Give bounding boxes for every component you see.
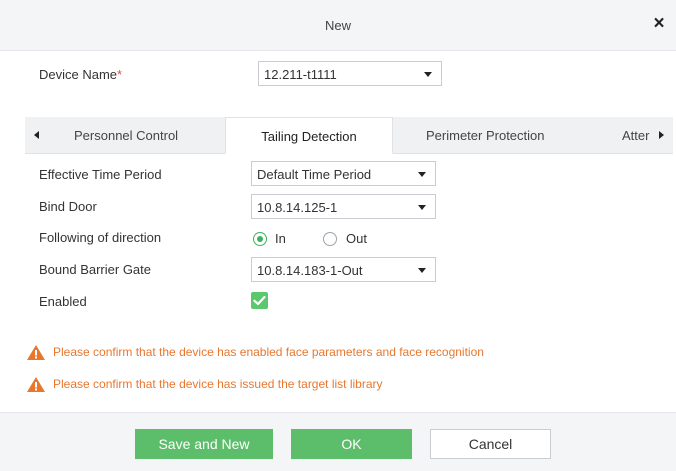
tab-strip: Personnel Control Tailing Detection Peri… xyxy=(25,117,673,154)
device-name-label-text: Device Name xyxy=(39,67,118,82)
tab-tailing-detection[interactable]: Tailing Detection xyxy=(225,117,393,154)
tab-personnel-control[interactable]: Personnel Control xyxy=(74,117,178,153)
chevron-down-icon xyxy=(418,172,426,177)
direction-in-label: In xyxy=(275,231,286,246)
effective-time-period-value: Default Time Period xyxy=(257,167,372,182)
warning-target-list-text: Please confirm that the device has issue… xyxy=(53,377,383,391)
effective-time-period-select[interactable]: Default Time Period xyxy=(251,161,436,186)
check-icon xyxy=(253,295,266,306)
tab-atter[interactable]: Atter xyxy=(622,117,649,153)
direction-in-radio[interactable] xyxy=(253,232,267,246)
following-direction-label: Following of direction xyxy=(39,230,162,245)
chevron-down-icon xyxy=(418,268,426,273)
close-icon[interactable]: × xyxy=(648,13,670,35)
device-name-value: 12.211-t1111 xyxy=(264,67,337,82)
direction-out-radio[interactable] xyxy=(323,232,337,246)
dialog-footer: Save and New OK Cancel xyxy=(0,412,676,471)
bound-barrier-gate-value: 10.8.14.183-1-Out xyxy=(257,263,363,278)
chevron-down-icon xyxy=(424,72,432,77)
bind-door-select[interactable]: 10.8.14.125-1 xyxy=(251,194,436,219)
bind-door-label: Bind Door xyxy=(39,199,97,214)
bound-barrier-gate-label: Bound Barrier Gate xyxy=(39,262,152,277)
direction-out-label: Out xyxy=(346,231,367,246)
bound-barrier-gate-select[interactable]: 10.8.14.183-1-Out xyxy=(251,257,436,282)
tab-perimeter-protection[interactable]: Perimeter Protection xyxy=(426,117,545,153)
tab-scroll-left-icon[interactable] xyxy=(34,131,39,139)
required-mark: * xyxy=(117,67,123,82)
chevron-down-icon xyxy=(418,205,426,210)
warning-icon xyxy=(27,345,45,360)
warning-face-recognition-text: Please confirm that the device has enabl… xyxy=(53,345,484,359)
ok-button[interactable]: OK xyxy=(291,429,412,459)
bind-door-value: 10.8.14.125-1 xyxy=(257,200,338,215)
cancel-button[interactable]: Cancel xyxy=(430,429,551,459)
dialog-titlebar: New × xyxy=(0,0,676,51)
dialog-title: New xyxy=(324,18,351,33)
warning-icon xyxy=(27,377,45,392)
enabled-label: Enabled xyxy=(39,294,87,309)
enabled-checkbox[interactable] xyxy=(251,292,268,309)
save-and-new-button[interactable]: Save and New xyxy=(135,429,273,459)
new-dialog: New × Device Name* 12.211-t1111 Personne… xyxy=(0,0,676,471)
device-name-label: Device Name* xyxy=(39,67,122,82)
device-name-select[interactable]: 12.211-t1111 xyxy=(258,61,442,86)
tab-scroll-right-icon[interactable] xyxy=(659,131,664,139)
effective-time-period-label: Effective Time Period xyxy=(39,167,162,182)
